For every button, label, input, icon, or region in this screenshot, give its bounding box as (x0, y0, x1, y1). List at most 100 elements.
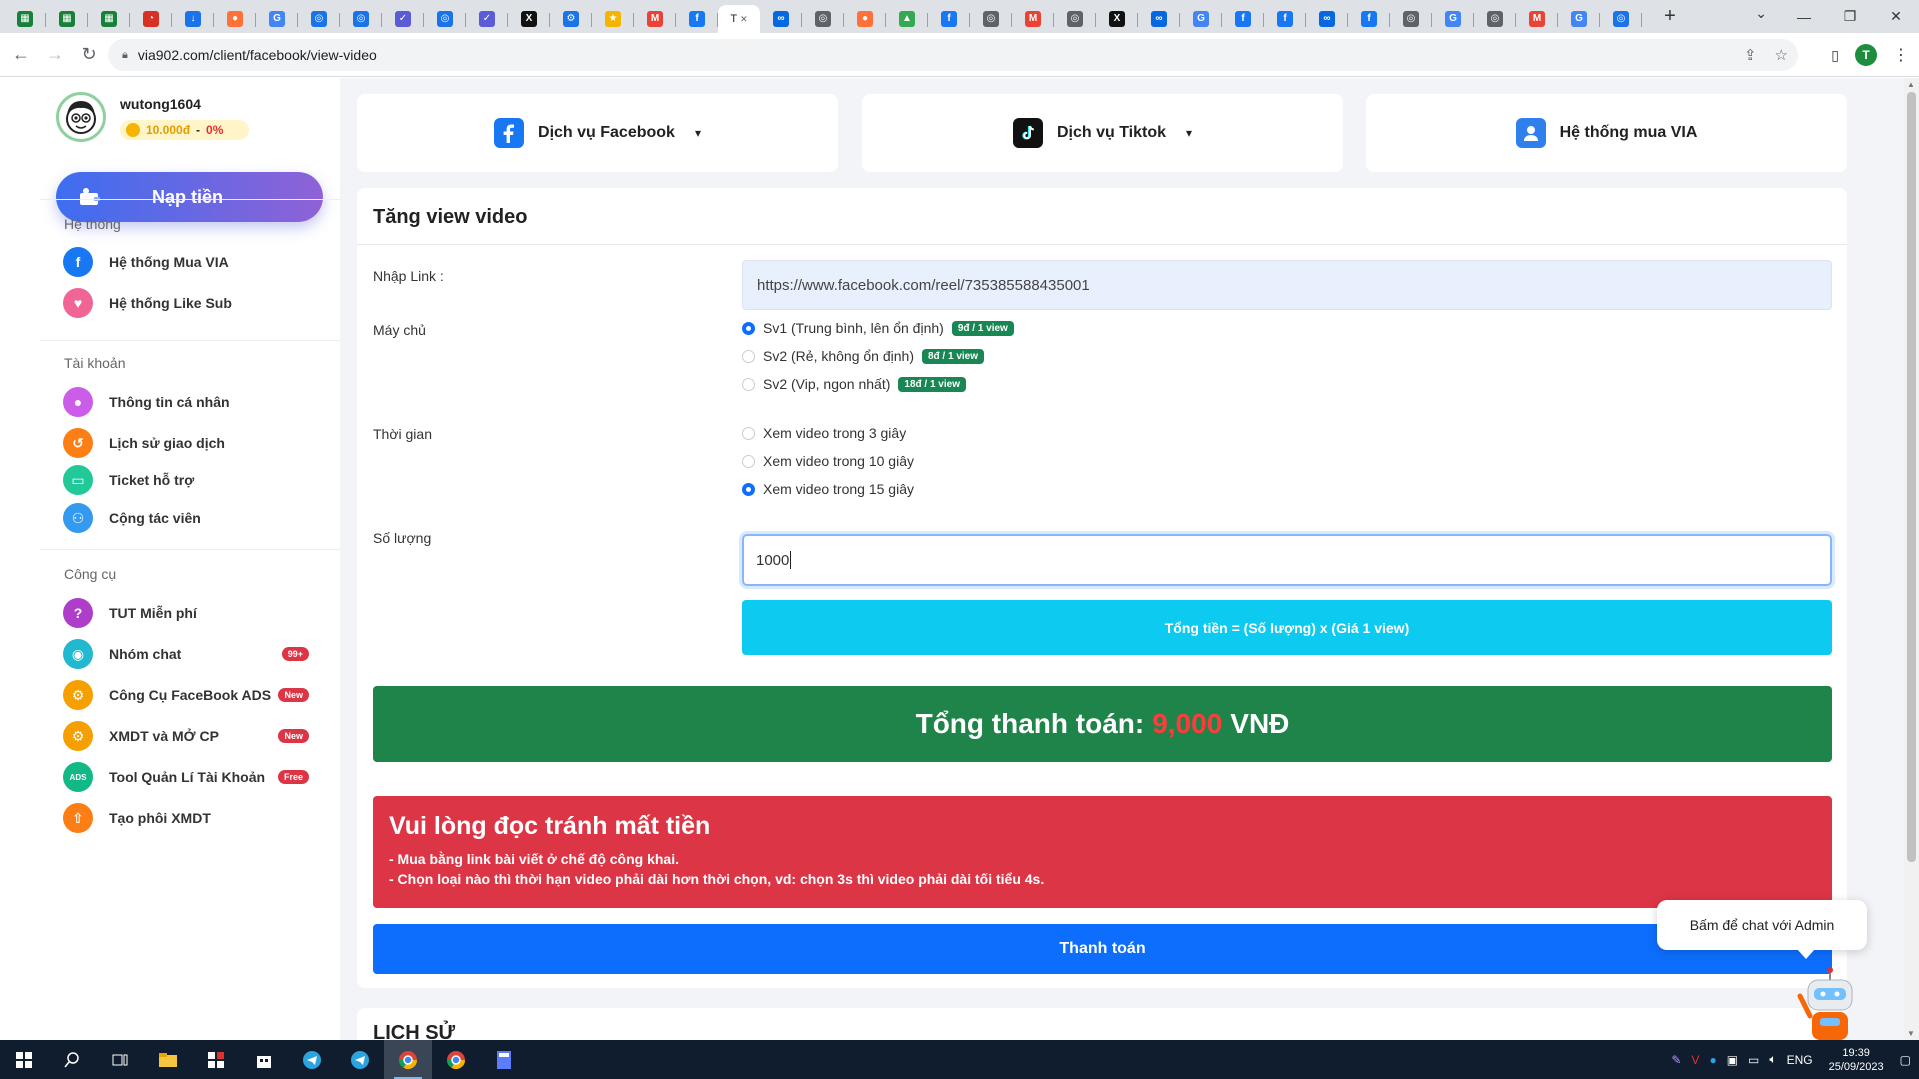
browser-tab[interactable]: ▲ (886, 5, 928, 33)
task-view-icon[interactable] (96, 1040, 144, 1079)
sidebar-item[interactable]: ◉ Nhóm chat 99+ (63, 639, 313, 669)
sidebar-item[interactable]: f Hệ thống Mua VIA (63, 247, 313, 277)
sidebar-item[interactable]: ⚇ Cộng tác viên (63, 503, 313, 533)
topup-button[interactable]: Nạp tiền (56, 172, 323, 222)
search-icon[interactable] (48, 1040, 96, 1079)
sidebar-item[interactable]: ADS Tool Quản Lí Tài Khoản Free (63, 762, 313, 792)
scrollbar-thumb[interactable] (1907, 92, 1916, 862)
server-option-1[interactable]: Sv1 (Trung bình, lên ổn định) 9đ / 1 vie… (742, 320, 1014, 336)
url-text[interactable]: via902.com/client/facebook/view-video (138, 47, 377, 63)
browser-tab[interactable]: ◎ (802, 5, 844, 33)
lock-icon[interactable]: 🔒︎ (122, 49, 128, 62)
browser-tab[interactable]: M (1012, 5, 1054, 33)
pay-button[interactable]: Thanh toán (373, 924, 1832, 974)
scroll-down-icon[interactable]: ▼ (1907, 1029, 1915, 1038)
menu-dots-icon[interactable]: ⋮ (1893, 45, 1909, 65)
new-tab-button[interactable]: + (1656, 5, 1684, 28)
browser-tab[interactable]: ◎ (298, 5, 340, 33)
browser-tab[interactable]: X (508, 5, 550, 33)
chrome-icon[interactable] (432, 1040, 480, 1079)
address-bar[interactable]: 🔒︎ via902.com/client/facebook/view-video… (108, 39, 1798, 71)
clock[interactable]: 19:39 25/09/2023 (1829, 1046, 1884, 1074)
browser-tab[interactable]: ◎ (1390, 5, 1432, 33)
sidebar-item[interactable]: ♥ Hệ thống Like Sub (63, 288, 313, 318)
tab-search-chevron-icon[interactable]: ⌄ (1755, 5, 1767, 22)
side-panel-icon[interactable]: ▯ (1831, 47, 1839, 64)
time-option-15s[interactable]: Xem video trong 15 giây (742, 481, 914, 497)
file-explorer-icon[interactable] (144, 1040, 192, 1079)
browser-tab[interactable]: M (1516, 5, 1558, 33)
radio-icon[interactable] (742, 377, 755, 391)
avatar[interactable] (56, 92, 106, 142)
radio-icon[interactable] (742, 349, 755, 363)
browser-tab[interactable]: ◔ (130, 5, 172, 33)
telegram-icon[interactable] (336, 1040, 384, 1079)
browser-tab[interactable]: f (1348, 5, 1390, 33)
store-icon[interactable] (240, 1040, 288, 1079)
browser-tab[interactable]: ▦ (4, 5, 46, 33)
forward-arrow-icon[interactable]: → (42, 42, 68, 68)
browser-tab[interactable]: f (1222, 5, 1264, 33)
chrome-icon[interactable] (384, 1040, 432, 1079)
server-option-3[interactable]: Sv2 (Vip, ngon nhất) 18đ / 1 view (742, 376, 966, 392)
radio-selected-icon[interactable] (742, 482, 755, 496)
telegram-tray-icon[interactable]: ● (1709, 1053, 1716, 1067)
time-option-10s[interactable]: Xem video trong 10 giây (742, 453, 914, 469)
restore-button[interactable]: ❐ (1827, 0, 1873, 33)
sidebar-item[interactable]: ↺ Lịch sử giao dịch (63, 428, 313, 458)
telegram-icon[interactable] (288, 1040, 336, 1079)
language-indicator[interactable]: ENG (1787, 1053, 1813, 1067)
tiktok-service-card[interactable]: Dịch vụ Tiktok ▾ (862, 94, 1343, 172)
sidebar-item[interactable]: ⚙ XMDT và MỞ CP New (63, 721, 313, 751)
sidebar-item[interactable]: ? TUT Miễn phí (63, 598, 313, 628)
browser-tab[interactable]: ↓ (172, 5, 214, 33)
browser-tab[interactable]: ⚙ (550, 5, 592, 33)
browser-tab[interactable]: ∞ (1138, 5, 1180, 33)
browser-tab[interactable]: f (676, 5, 718, 33)
browser-tab[interactable]: ◎ (970, 5, 1012, 33)
radio-icon[interactable] (742, 426, 755, 440)
close-tab-icon[interactable]: ✕ (740, 14, 748, 25)
app-icon[interactable] (192, 1040, 240, 1079)
sidebar-item[interactable]: ● Thông tin cá nhân (63, 387, 313, 417)
sidebar-item[interactable]: ⚙ Công Cụ FaceBook ADS New (63, 680, 313, 710)
windows-start-icon[interactable] (0, 1040, 48, 1079)
buy-via-card[interactable]: Hệ thống mua VIA (1366, 94, 1847, 172)
volume-icon[interactable]: 🔈︎ (1769, 1052, 1776, 1067)
calculator-icon[interactable] (480, 1040, 528, 1079)
scroll-up-icon[interactable]: ▲ (1907, 80, 1915, 89)
back-arrow-icon[interactable]: ← (8, 42, 34, 68)
reload-icon[interactable]: ↻ (76, 42, 102, 68)
time-option-3s[interactable]: Xem video trong 3 giây (742, 425, 906, 441)
facebook-service-card[interactable]: Dịch vụ Facebook ▾ (357, 94, 838, 172)
share-icon[interactable]: ⇪ (1744, 46, 1757, 64)
link-input[interactable]: https://www.facebook.com/reel/7353855884… (742, 260, 1832, 310)
browser-tab[interactable]: G (1432, 5, 1474, 33)
vivaldi-icon[interactable]: V (1691, 1053, 1699, 1067)
browser-tab[interactable]: ▦ (46, 5, 88, 33)
sidebar-item[interactable]: ⇧ Tạo phôi XMDT (63, 803, 313, 833)
browser-tab[interactable]: ◎ (340, 5, 382, 33)
screen-icon[interactable]: ▣ (1727, 1053, 1738, 1067)
profile-avatar[interactable]: T (1855, 44, 1877, 66)
browser-tab[interactable]: ∞ (760, 5, 802, 33)
chatbot-robot-icon[interactable] (1792, 966, 1864, 1040)
network-icon[interactable]: ▭ (1748, 1053, 1759, 1067)
browser-tab[interactable]: ◎ (424, 5, 466, 33)
bookmark-star-icon[interactable]: ☆ (1775, 46, 1788, 64)
page-scrollbar[interactable]: ▲ ▼ (1904, 78, 1919, 1040)
browser-tab[interactable]: M (634, 5, 676, 33)
quantity-input[interactable]: 1000 (742, 534, 1832, 586)
browser-tab[interactable]: f (1264, 5, 1306, 33)
browser-tab[interactable]: ✓ (382, 5, 424, 33)
browser-tab[interactable]: ◎ (1054, 5, 1096, 33)
browser-tab[interactable]: ★ (592, 5, 634, 33)
chat-admin-popup[interactable]: Bấm để chat với Admin (1657, 900, 1867, 959)
browser-tab[interactable]: ◎ (1474, 5, 1516, 33)
server-option-2[interactable]: Sv2 (Rẻ, không ổn định) 8đ / 1 view (742, 348, 985, 364)
browser-tab[interactable]: ● (214, 5, 256, 33)
sidebar-item[interactable]: ▭ Ticket hỗ trợ (63, 465, 313, 495)
radio-icon[interactable] (742, 454, 755, 468)
browser-tab[interactable]: G (1180, 5, 1222, 33)
notification-icon[interactable]: ▢ (1900, 1053, 1911, 1067)
